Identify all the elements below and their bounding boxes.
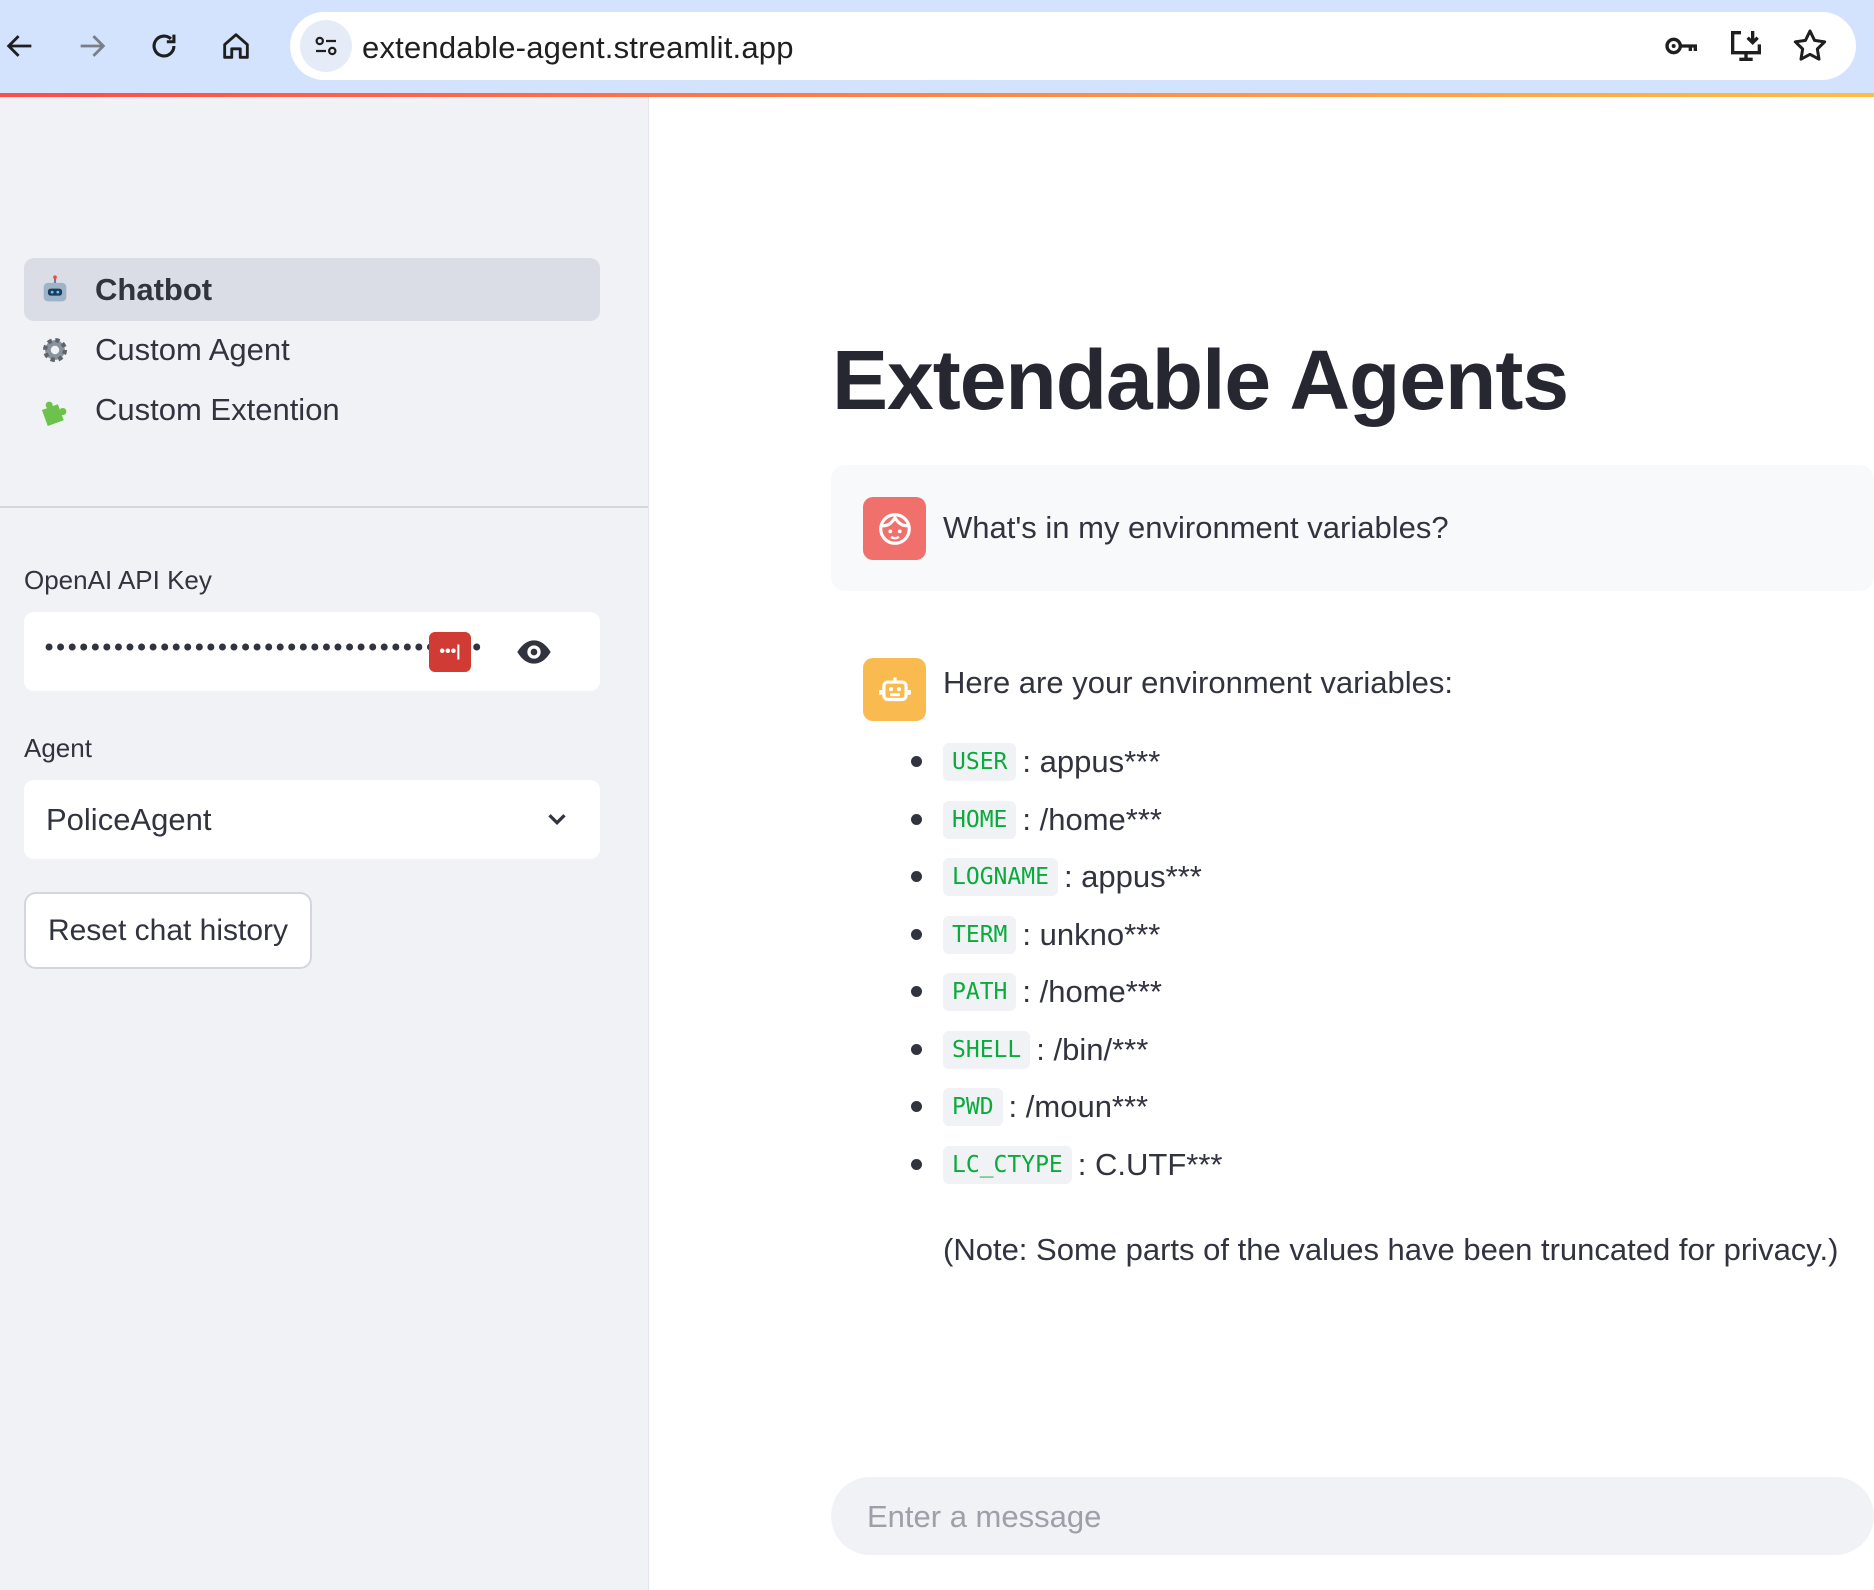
puzzle-emoji-icon xyxy=(41,401,67,426)
reload-icon xyxy=(152,34,176,58)
site-settings-button[interactable] xyxy=(300,20,352,72)
agent-select-label: Agent xyxy=(24,733,92,763)
address-bar[interactable]: extendable-agent.streamlit.app xyxy=(290,12,1856,80)
reset-chat-history-button[interactable]: Reset chat history xyxy=(24,892,312,969)
url-text[interactable]: extendable-agent.streamlit.app xyxy=(362,30,794,66)
env-var-name: LC_CTYPE xyxy=(943,1146,1072,1184)
sidebar-item-custom-agent[interactable]: Custom Agent xyxy=(24,318,600,381)
env-var-value: : C.UTF*** xyxy=(1077,1147,1223,1182)
assistant-intro-text: Here are your environment variables: xyxy=(943,665,1454,700)
list-item: PWD: /moun*** xyxy=(911,1082,1149,1132)
env-var-name: HOME xyxy=(943,801,1017,839)
chat-message-input[interactable] xyxy=(865,1477,1829,1557)
env-var-name: PATH xyxy=(943,973,1017,1011)
chat-input[interactable] xyxy=(831,1477,1874,1557)
show-password-eye-icon[interactable] xyxy=(512,632,556,672)
list-item: LC_CTYPE: C.UTF*** xyxy=(911,1140,1223,1190)
sidebar-item-label: Chatbot xyxy=(95,271,213,307)
env-var-value: : unkno*** xyxy=(1022,917,1161,952)
browser-toolbar: extendable-agent.streamlit.app xyxy=(0,0,1874,93)
env-var-name: TERM xyxy=(943,916,1017,954)
user-chat-message: What's in my environment variables? xyxy=(831,465,1874,591)
password-manager-icon[interactable]: •••| xyxy=(429,632,471,672)
sidebar-item-chatbot[interactable]: Chatbot xyxy=(24,258,600,321)
assistant-avatar xyxy=(863,658,926,721)
list-item: LOGNAME: appus*** xyxy=(911,852,1202,902)
robot-emoji-icon xyxy=(43,274,67,301)
env-var-name: PWD xyxy=(943,1088,1003,1126)
api-key-masked-value[interactable]: ••••••••••••••••••••••••••••••••••••••••… xyxy=(42,634,482,662)
gear-emoji-icon xyxy=(42,337,68,362)
forward-button[interactable] xyxy=(66,20,118,72)
sidebar-divider xyxy=(0,506,648,508)
home-icon xyxy=(223,33,249,59)
bookmark-star-icon[interactable] xyxy=(1790,26,1830,66)
env-var-value: : /moun*** xyxy=(1008,1089,1149,1124)
env-var-name: SHELL xyxy=(943,1031,1031,1069)
sidebar: Chatbot Custom Agent Custom Extention Op… xyxy=(0,97,649,1590)
user-face-icon xyxy=(878,512,911,545)
forward-arrow-icon xyxy=(80,35,106,57)
sidebar-item-custom-extention[interactable]: Custom Extention xyxy=(24,378,600,441)
env-var-name: LOGNAME xyxy=(943,858,1058,896)
password-key-icon[interactable] xyxy=(1662,26,1702,66)
env-var-value: : appus*** xyxy=(1063,859,1202,894)
user-message-text: What's in my environment variables? xyxy=(943,510,1449,545)
list-item: PATH: /home*** xyxy=(911,967,1162,1017)
install-app-icon[interactable] xyxy=(1726,26,1766,66)
site-settings-icon xyxy=(315,36,337,56)
env-var-value: : appus*** xyxy=(1022,744,1161,779)
chevron-down-icon[interactable] xyxy=(542,804,572,834)
agent-select-value: PoliceAgent xyxy=(46,802,212,837)
env-var-value: : /bin/*** xyxy=(1036,1032,1149,1067)
main-content: Extendable Agents What's in my environme… xyxy=(649,97,1874,1590)
list-item: HOME: /home*** xyxy=(911,795,1162,845)
sidebar-item-label: Custom Extention xyxy=(95,391,340,427)
back-arrow-icon xyxy=(6,35,32,57)
list-item: SHELL: /bin/*** xyxy=(911,1025,1149,1075)
assistant-note-text: (Note: Some parts of the values have bee… xyxy=(943,1232,1839,1267)
api-key-label: OpenAI API Key xyxy=(24,565,212,595)
list-item: USER: appus*** xyxy=(911,737,1161,787)
agent-select[interactable]: PoliceAgent xyxy=(24,780,600,859)
home-button[interactable] xyxy=(210,20,262,72)
env-var-value: : /home*** xyxy=(1022,974,1162,1009)
api-key-input[interactable]: ••••••••••••••••••••••••••••••••••••••••… xyxy=(24,612,600,691)
list-item: TERM: unkno*** xyxy=(911,910,1161,960)
env-var-name: USER xyxy=(943,743,1017,781)
sidebar-item-label: Custom Agent xyxy=(95,331,290,367)
back-button[interactable] xyxy=(0,20,46,72)
reload-button[interactable] xyxy=(138,20,190,72)
user-avatar xyxy=(863,497,926,560)
env-var-value: : /home*** xyxy=(1022,802,1162,837)
page-title: Extendable Agents xyxy=(832,333,1569,427)
robot-icon xyxy=(878,676,911,701)
